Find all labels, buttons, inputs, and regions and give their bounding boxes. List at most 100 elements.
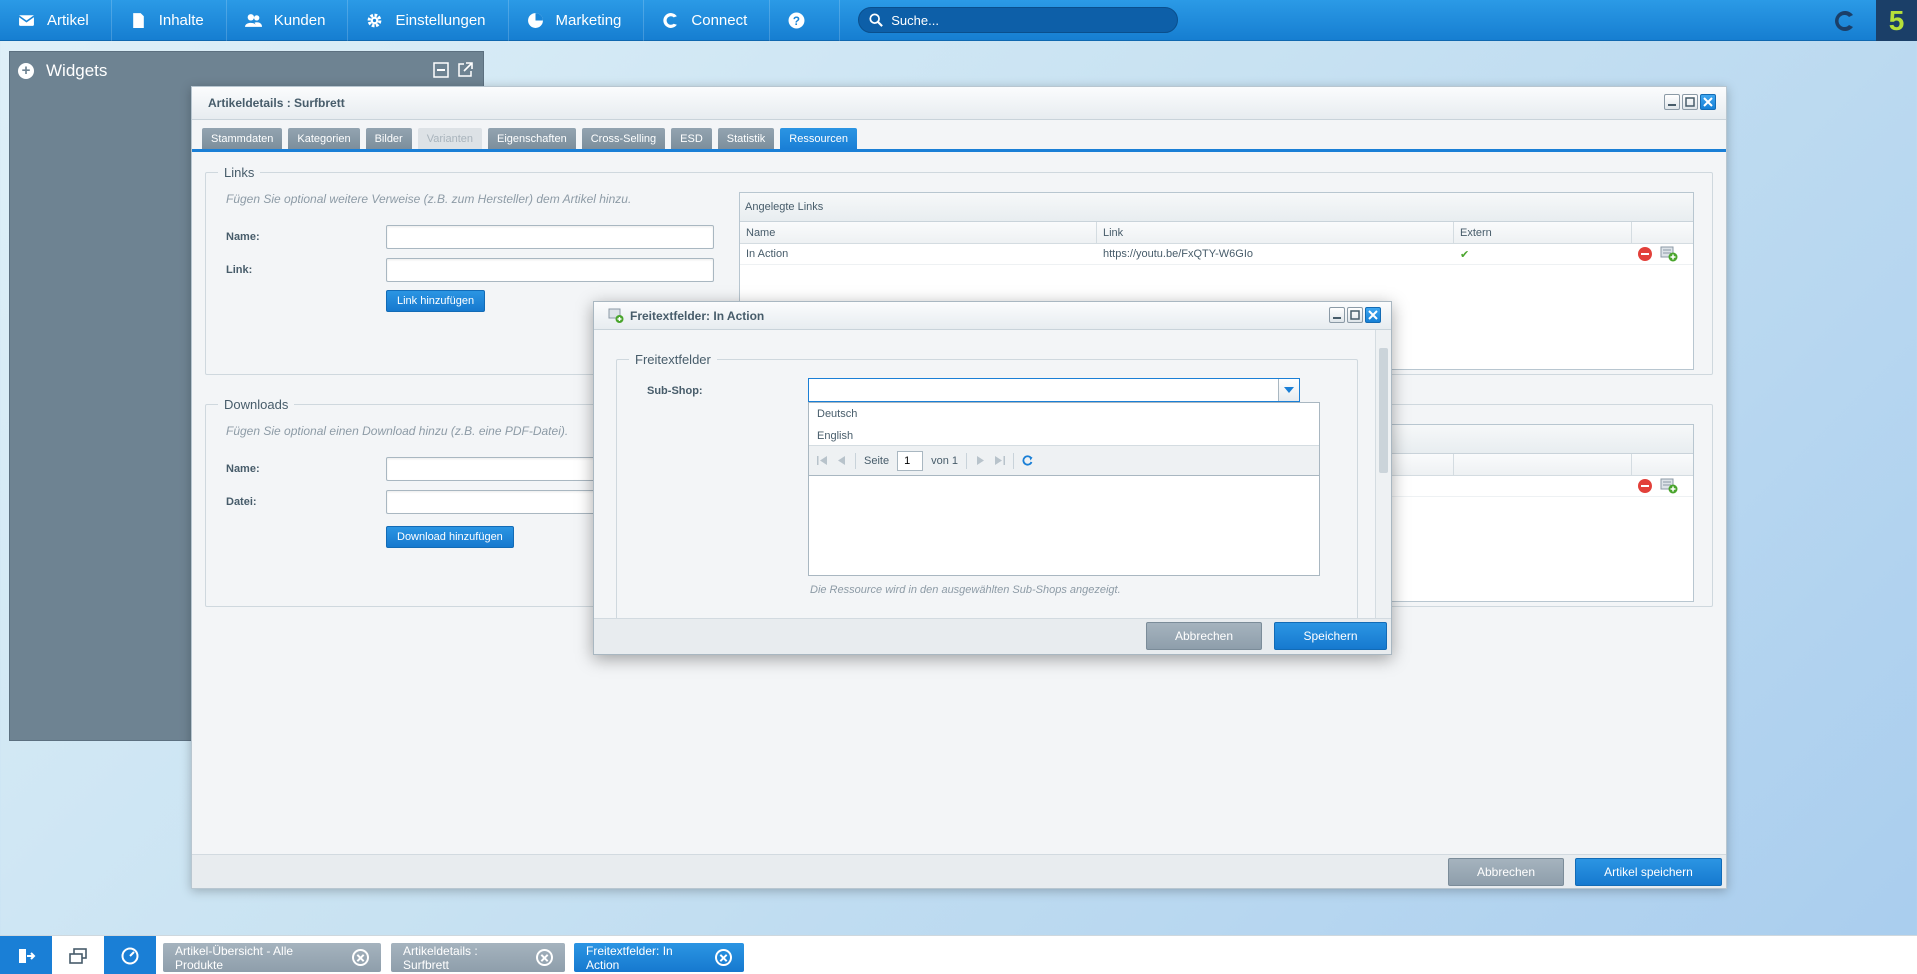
- task-artikel-uebersicht[interactable]: Artikel-Übersicht - Alle Produkte: [163, 943, 381, 972]
- tab-eigenschaften[interactable]: Eigenschaften: [488, 128, 576, 149]
- menu-connect[interactable]: Connect: [644, 0, 771, 41]
- add-link-button[interactable]: Link hinzufügen: [386, 290, 486, 312]
- close-icon: [1703, 97, 1713, 107]
- menu-marketing[interactable]: Marketing: [509, 0, 645, 41]
- shopware-logo-icon: 5: [1876, 0, 1917, 41]
- tab-statistik[interactable]: Statistik: [717, 128, 775, 149]
- search-input[interactable]: [891, 12, 1162, 28]
- logout-button[interactable]: [0, 936, 52, 974]
- link-row-url: https://youtu.be/FxQTY-W6GIo: [1103, 248, 1253, 260]
- modal-minimize-button[interactable]: [1329, 307, 1345, 323]
- task-label: Freitextfelder: In Action: [586, 943, 673, 972]
- modal-titlebar[interactable]: Freitextfelder: In Action: [594, 302, 1391, 330]
- modal-footer: Abbrechen Speichern: [594, 618, 1391, 654]
- modal-maximize-button[interactable]: [1347, 307, 1363, 323]
- tab-kategorien[interactable]: Kategorien: [288, 128, 360, 149]
- subshop-helper-text: Die Ressource wird in den ausgewählten S…: [810, 584, 1121, 596]
- download-file-label: Datei:: [226, 496, 257, 508]
- dropdown-option-deutsch[interactable]: Deutsch: [809, 403, 1319, 425]
- link-url-input[interactable]: [387, 259, 713, 281]
- tab-cross-selling[interactable]: Cross-Selling: [581, 128, 666, 149]
- next-page-icon[interactable]: [975, 455, 986, 466]
- edit-freetext-icon[interactable]: [1660, 246, 1678, 262]
- window-minimize-button[interactable]: [1664, 94, 1680, 110]
- maximize-icon: [1685, 97, 1695, 107]
- edit-freetext-icon[interactable]: [1660, 478, 1678, 494]
- link-name-field[interactable]: [386, 225, 714, 249]
- link-url-field[interactable]: [386, 258, 714, 282]
- cancel-button[interactable]: Abbrechen: [1448, 858, 1564, 886]
- column-header-link[interactable]: Link: [1097, 222, 1454, 243]
- close-icon[interactable]: [536, 949, 553, 966]
- last-page-icon[interactable]: [994, 455, 1005, 466]
- help-icon: ?: [788, 12, 805, 29]
- page-number-input[interactable]: [897, 450, 924, 471]
- tab-ressourcen[interactable]: Ressourcen: [780, 128, 857, 149]
- table-row[interactable]: In Action https://youtu.be/FxQTY-W6GIo ✔: [740, 244, 1693, 265]
- dashboard-button[interactable]: [104, 936, 156, 974]
- page-label: Seite: [864, 454, 890, 467]
- tab-stammdaten[interactable]: Stammdaten: [202, 128, 283, 149]
- menu-kunden-label: Kunden: [273, 11, 326, 29]
- envelope-icon: [18, 12, 35, 29]
- modal-close-button[interactable]: [1365, 307, 1381, 323]
- link-url-label: Link:: [226, 264, 253, 276]
- menu-inhalte[interactable]: Inhalte: [112, 0, 227, 41]
- task-artikeldetails[interactable]: Artikeldetails : Surfbrett: [391, 943, 565, 972]
- tab-esd[interactable]: ESD: [671, 128, 712, 149]
- subshop-input[interactable]: [809, 379, 1279, 401]
- combo-trigger-button[interactable]: [1278, 379, 1299, 401]
- menu-einstellungen[interactable]: Einstellungen: [348, 0, 509, 41]
- link-row-name: In Action: [746, 248, 789, 260]
- top-menu-bar: Artikel Inhalte Kunden Einstellungen Mar…: [0, 0, 1917, 41]
- menu-kunden[interactable]: Kunden: [227, 0, 349, 41]
- window-switcher-button[interactable]: [52, 936, 104, 974]
- widgets-title: Widgets: [46, 60, 108, 80]
- window-close-button[interactable]: [1700, 94, 1716, 110]
- add-widget-icon[interactable]: +: [18, 62, 34, 79]
- delete-icon[interactable]: [1638, 479, 1652, 493]
- freetext-legend: Freitextfelder: [635, 352, 711, 367]
- task-freitextfelder[interactable]: Freitextfelder: In Action: [574, 943, 744, 972]
- minimize-icon: [1333, 317, 1341, 319]
- freetext-modal: Freitextfelder: In Action Freitextfelder…: [593, 301, 1392, 655]
- close-icon[interactable]: [352, 949, 369, 966]
- menu-artikel-label: Artikel: [47, 11, 89, 29]
- column-header-extern[interactable]: Extern: [1454, 222, 1632, 243]
- search-box[interactable]: [858, 7, 1179, 33]
- close-icon[interactable]: [715, 949, 732, 966]
- minimize-icon[interactable]: [433, 62, 449, 78]
- menu-artikel[interactable]: Artikel: [0, 0, 112, 41]
- links-legend: Links: [224, 165, 255, 180]
- subshop-combobox[interactable]: [808, 378, 1300, 402]
- article-window-titlebar[interactable]: Artikeldetails : Surfbrett: [192, 87, 1726, 120]
- windows-icon: [69, 947, 87, 964]
- tab-varianten: Varianten: [417, 128, 482, 149]
- first-page-icon[interactable]: [817, 455, 828, 466]
- modal-title: Freitextfelder: In Action: [630, 308, 765, 323]
- speedometer-icon: [121, 947, 139, 964]
- page-total-label: von 1: [931, 454, 958, 467]
- scrollbar-thumb[interactable]: [1379, 348, 1388, 473]
- link-name-input[interactable]: [387, 226, 713, 248]
- link-name-label: Name:: [226, 231, 260, 243]
- modal-scrollbar[interactable]: [1375, 330, 1391, 620]
- add-download-button[interactable]: Download hinzufügen: [386, 526, 514, 548]
- external-link-icon[interactable]: [457, 62, 473, 78]
- previous-page-icon[interactable]: [836, 455, 847, 466]
- subshop-selection-area[interactable]: [808, 476, 1320, 576]
- svg-text:?: ?: [793, 14, 800, 27]
- tab-bilder[interactable]: Bilder: [365, 128, 412, 149]
- modal-save-button[interactable]: Speichern: [1274, 622, 1387, 650]
- freetext-icon: [608, 308, 624, 323]
- delete-icon[interactable]: [1638, 247, 1652, 261]
- modal-cancel-button[interactable]: Abbrechen: [1146, 622, 1262, 650]
- dropdown-pager: Seite von 1: [809, 445, 1319, 475]
- menu-help[interactable]: ?: [770, 0, 841, 41]
- refresh-icon[interactable]: [1022, 455, 1033, 466]
- save-article-button[interactable]: Artikel speichern: [1575, 858, 1722, 886]
- dropdown-option-english[interactable]: English: [809, 425, 1319, 447]
- task-label: Artikel-Übersicht - Alle Produkte: [175, 943, 294, 972]
- window-maximize-button[interactable]: [1682, 94, 1698, 110]
- column-header-name[interactable]: Name: [740, 222, 1097, 243]
